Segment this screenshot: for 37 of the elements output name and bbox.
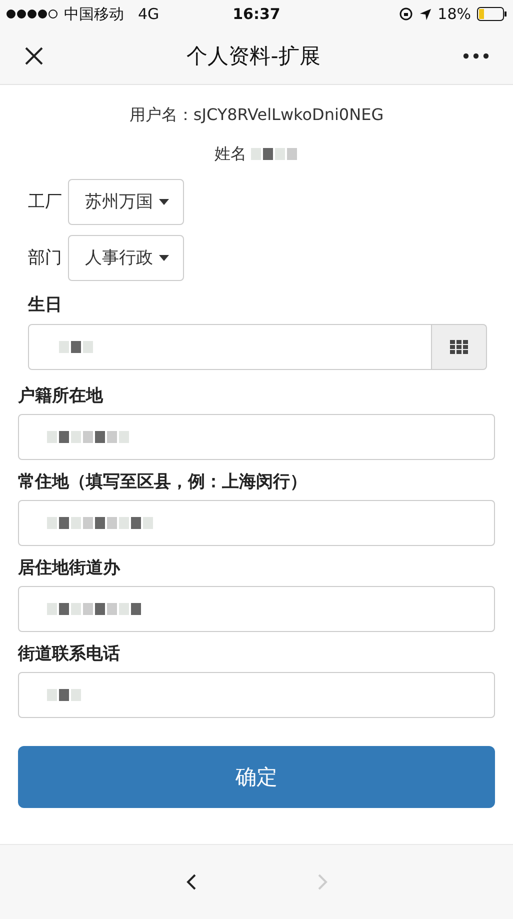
pixelated-text-drawing	[59, 340, 95, 353]
select-label: 工厂	[28, 191, 62, 214]
caret-icon	[159, 254, 169, 261]
network-type: 4G	[138, 5, 160, 24]
carrier-name: 中国移动	[64, 4, 124, 24]
text-input-field[interactable]	[18, 500, 495, 546]
name-label: 姓名	[214, 144, 246, 165]
dropdown-select[interactable]: 苏州万国	[68, 178, 184, 225]
signal-icon	[6, 9, 58, 20]
field-label: 常住地（填写至区县，例：上海闵行）	[18, 472, 307, 492]
username-text: 用户名：sJCY8RVelLwkoDni0NEG	[128, 104, 385, 126]
chevron-right-icon	[316, 872, 328, 891]
more-icon[interactable]	[462, 53, 489, 60]
rotation-lock-icon	[398, 7, 413, 22]
page-title: 个人资料-扩展	[186, 43, 320, 70]
text-input-field[interactable]	[18, 586, 495, 632]
grid-icon	[450, 340, 468, 354]
pixelated-text-drawing	[250, 148, 298, 160]
clock: 16:37	[232, 5, 280, 24]
battery-percent: 18%	[438, 5, 471, 24]
dropdown-select[interactable]: 人事行政	[68, 234, 184, 281]
field-label: 居住地街道办	[18, 558, 120, 578]
text-input-field[interactable]	[18, 414, 495, 460]
select-label: 部门	[28, 247, 62, 270]
field-label: 街道联系电话	[18, 644, 120, 664]
confirm-button[interactable]: 确定	[18, 746, 495, 808]
close-icon[interactable]	[24, 46, 44, 66]
battery-icon	[477, 7, 507, 22]
caret-icon	[159, 198, 169, 205]
location-arrow-icon	[418, 8, 432, 21]
field-label: 生日	[28, 294, 62, 315]
chevron-left-icon	[186, 872, 198, 891]
field-label: 户籍所在地	[18, 386, 103, 406]
calendar-button[interactable]	[432, 324, 487, 370]
text-input-field[interactable]	[18, 672, 495, 718]
date-input-field[interactable]	[28, 324, 432, 370]
pixelated-text-drawing	[47, 688, 83, 701]
